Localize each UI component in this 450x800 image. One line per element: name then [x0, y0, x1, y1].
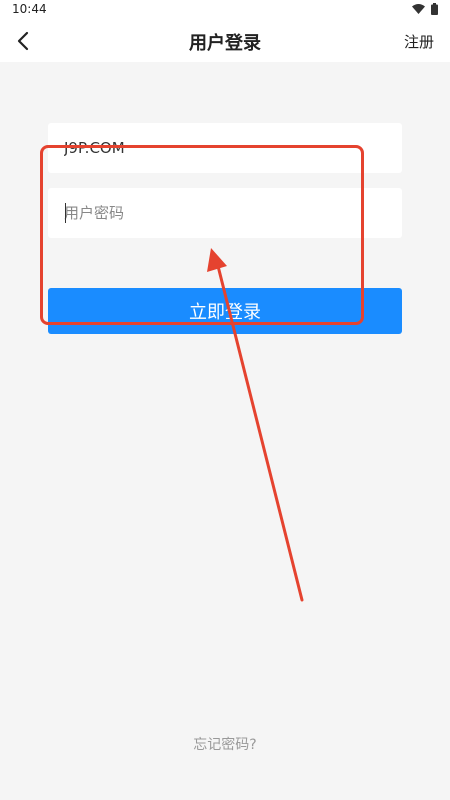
text-cursor [65, 203, 66, 223]
status-icons [412, 3, 438, 15]
forgot-password-link[interactable]: 忘记密码? [0, 734, 450, 754]
username-field[interactable] [48, 123, 402, 173]
username-input[interactable] [48, 123, 402, 173]
password-input[interactable] [48, 188, 402, 238]
status-time: 10:44 [12, 2, 47, 16]
register-button[interactable]: 注册 [404, 31, 434, 52]
password-field[interactable] [48, 188, 402, 238]
wifi-icon [412, 4, 425, 14]
title-bar: 用户登录 注册 [0, 20, 450, 62]
page-title: 用户登录 [189, 33, 261, 54]
battery-icon [431, 3, 438, 15]
status-bar: 10:44 [0, 0, 450, 20]
login-button[interactable]: 立即登录 [48, 288, 402, 334]
login-screen: 10:44 用户登录 注册 立即登录 忘记密码? [0, 0, 450, 800]
annotation-arrow-icon [207, 248, 304, 602]
